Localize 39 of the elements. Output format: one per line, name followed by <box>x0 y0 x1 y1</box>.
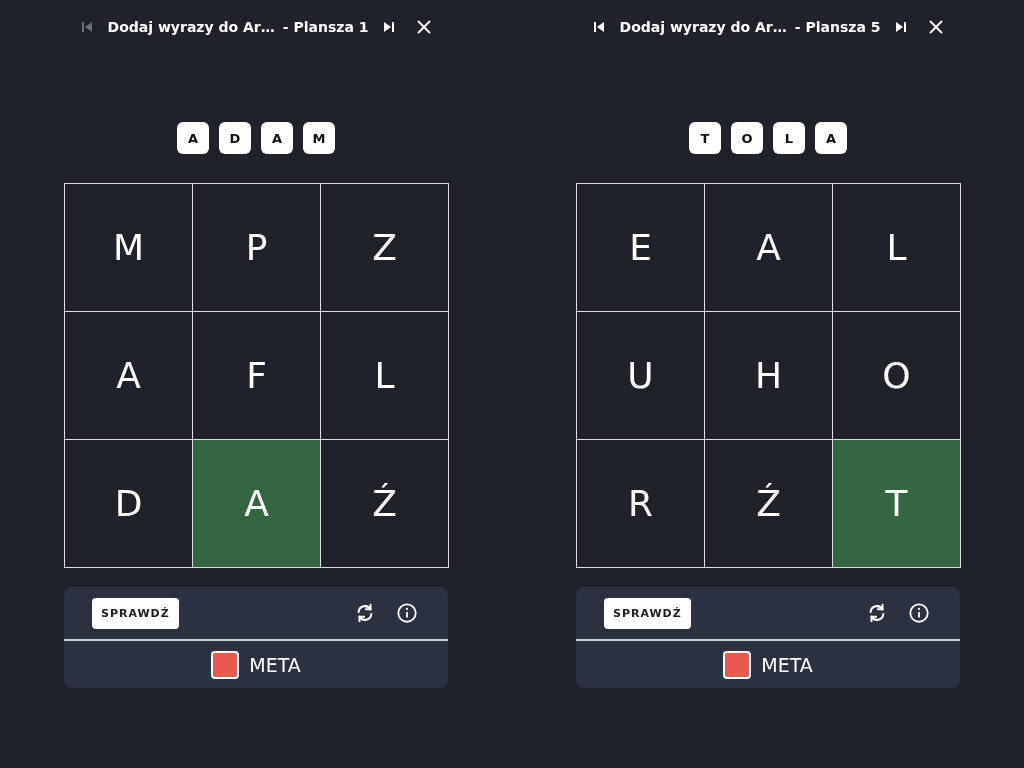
word-letter-tile: A <box>815 122 847 154</box>
board-number: - Plansza 1 <box>282 19 369 35</box>
check-button[interactable]: SPRAWDŹ <box>604 597 691 629</box>
grid-cell[interactable]: A <box>65 312 193 440</box>
grid-cell[interactable]: L <box>833 184 961 312</box>
board-number: - Plansza 5 <box>794 19 881 35</box>
grid-cell[interactable]: H <box>705 312 833 440</box>
grid-cell[interactable]: E <box>577 184 705 312</box>
board-title: Dodaj wyrazy do Ar… <box>619 19 787 35</box>
word-letter-tile: D <box>219 122 251 154</box>
grid-cell[interactable]: D <box>65 440 193 568</box>
skip-to-end-icon[interactable] <box>382 20 397 34</box>
grid-cell[interactable]: F <box>193 312 321 440</box>
legend-label: META <box>761 653 813 676</box>
word-letter-tile: A <box>177 122 209 154</box>
word-letter-tile: L <box>773 122 805 154</box>
grid-cell[interactable]: T <box>833 440 961 568</box>
skip-to-start-icon[interactable] <box>591 20 606 34</box>
word-letter-tile: T <box>689 122 721 154</box>
grid-cell[interactable]: Ź <box>705 440 833 568</box>
grid-cell[interactable]: U <box>577 312 705 440</box>
legend-label: META <box>249 653 301 676</box>
grid-cell[interactable]: O <box>833 312 961 440</box>
grid-cell[interactable]: A <box>193 440 321 568</box>
info-icon[interactable] <box>394 600 420 626</box>
grid-cell[interactable]: M <box>65 184 193 312</box>
grid-cell[interactable]: L <box>321 312 449 440</box>
grid-cell[interactable]: P <box>193 184 321 312</box>
skip-to-end-icon[interactable] <box>894 20 909 34</box>
board-title: Dodaj wyrazy do Ar… <box>107 19 275 35</box>
word-letter-tile: M <box>303 122 335 154</box>
grid-cell[interactable]: A <box>705 184 833 312</box>
word-letter-tile: A <box>261 122 293 154</box>
grid-cell[interactable]: Z <box>321 184 449 312</box>
grid-cell[interactable]: R <box>577 440 705 568</box>
check-button[interactable]: SPRAWDŹ <box>92 597 179 629</box>
word-letter-tile: O <box>731 122 763 154</box>
info-icon[interactable] <box>906 600 932 626</box>
grid-cell[interactable]: Ź <box>321 440 449 568</box>
